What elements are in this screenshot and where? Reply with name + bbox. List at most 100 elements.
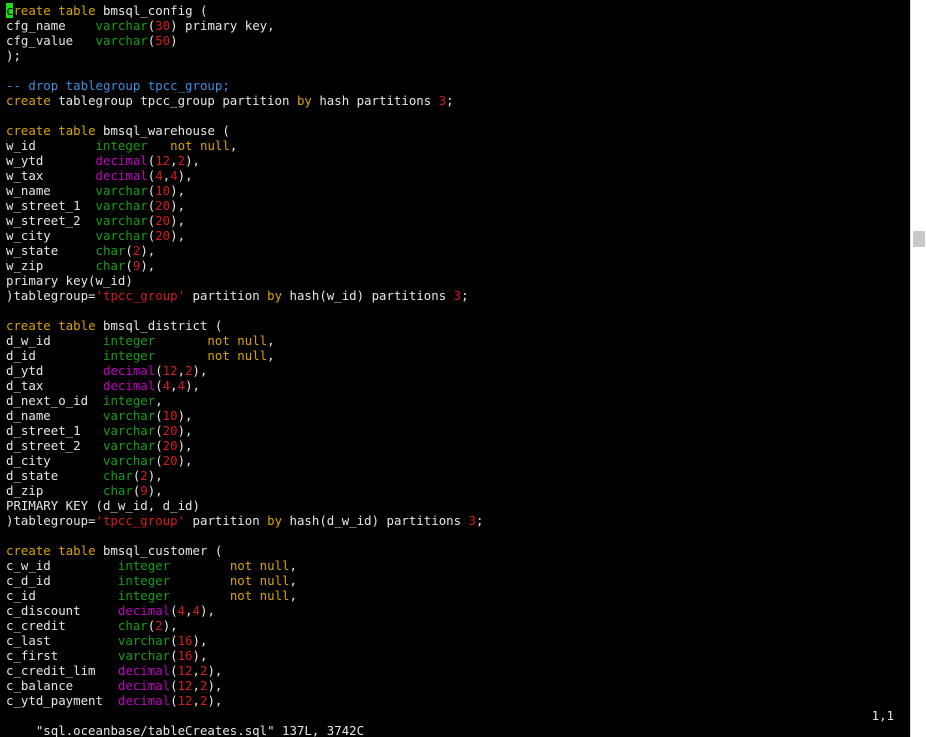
code-token: not: [229, 588, 253, 603]
scrollbar-thumb[interactable]: [913, 231, 925, 247]
code-token: w_name: [6, 183, 96, 198]
code-token: create: [6, 318, 51, 333]
code-token: decimal: [102, 378, 156, 393]
code-line: c_last varchar(16),: [0, 633, 910, 648]
code-token: (: [155, 423, 163, 438]
code-token: (: [170, 693, 178, 708]
code-line: c_credit char(2),: [0, 618, 910, 633]
code-token: integer: [102, 348, 156, 363]
code-line: -- drop tablegroup tpcc_group;: [0, 78, 910, 93]
code-token: bmsql_customer (: [95, 543, 223, 558]
code-token: varchar: [117, 633, 171, 648]
code-line: d_ytd decimal(12,2),: [0, 363, 910, 378]
code-token: char: [102, 468, 133, 483]
code-token: ),: [177, 408, 193, 423]
code-token: 10: [155, 183, 171, 198]
code-token: c_last: [6, 633, 118, 648]
code-token: d_zip: [6, 483, 103, 498]
code-token: integer: [102, 393, 156, 408]
code-token: char: [95, 243, 126, 258]
code-token: -- drop tablegroup tpcc_group;: [6, 78, 230, 93]
code-token: d_id: [6, 348, 103, 363]
code-token: w_city: [6, 228, 96, 243]
code-token: null: [237, 348, 268, 363]
code-token: decimal: [95, 153, 148, 168]
code-token: varchar: [95, 18, 148, 33]
code-token: ),: [192, 633, 208, 648]
code-line: create table bmsql_warehouse (: [0, 123, 910, 138]
code-token: d_street_2: [6, 438, 103, 453]
code-token: create: [6, 3, 51, 18]
code-line: c_w_id integer not null,: [0, 558, 910, 573]
code-token: 20: [155, 198, 171, 213]
code-token: cfg_name: [6, 18, 96, 33]
code-line: d_street_2 varchar(20),: [0, 438, 910, 453]
code-token: c_d_id: [6, 573, 118, 588]
code-token: decimal: [117, 693, 171, 708]
code-token: decimal: [117, 603, 171, 618]
code-token: 10: [162, 408, 178, 423]
code-token: bmsql_district (: [95, 318, 223, 333]
code-token: table: [58, 543, 96, 558]
code-token: char: [95, 258, 126, 273]
code-token: decimal: [102, 363, 156, 378]
code-token: (: [170, 663, 178, 678]
code-token: 9: [140, 483, 148, 498]
code-token: decimal: [117, 663, 171, 678]
code-token: null: [259, 558, 290, 573]
code-token: 4: [192, 603, 200, 618]
code-line: d_zip char(9),: [0, 483, 910, 498]
code-token: c_ytd_payment: [6, 693, 118, 708]
code-line: c_d_id integer not null,: [0, 573, 910, 588]
code-token: not: [229, 573, 253, 588]
code-token: char: [102, 483, 133, 498]
code-token: 2: [177, 153, 186, 168]
code-line: cfg_value varchar(50): [0, 33, 910, 48]
code-token: by: [267, 288, 283, 303]
code-token: 20: [155, 228, 171, 243]
code-token: varchar: [102, 423, 156, 438]
code-token: varchar: [95, 33, 148, 48]
code-token: ,: [229, 138, 238, 153]
code-line: w_state char(2),: [0, 243, 910, 258]
code-line: d_city varchar(20),: [0, 453, 910, 468]
code-token: 4: [177, 603, 186, 618]
code-token: d_city: [6, 453, 103, 468]
code-token: ,: [192, 678, 200, 693]
vim-editor-buffer[interactable]: create table bmsql_config (cfg_name varc…: [0, 3, 910, 708]
code-token: d_state: [6, 468, 103, 483]
code-token: ),: [177, 453, 193, 468]
code-line: w_city varchar(20),: [0, 228, 910, 243]
code-token: 'tpcc_group': [95, 513, 186, 528]
code-token: cfg_value: [6, 33, 96, 48]
code-token: varchar: [102, 438, 156, 453]
code-token: hash(d_w_id) partitions: [282, 513, 469, 528]
code-token: table: [58, 3, 96, 18]
code-line: create tablegroup tpcc_group partition b…: [0, 93, 910, 108]
code-token: (: [170, 678, 178, 693]
code-token: c_first: [6, 648, 118, 663]
code-token: (: [170, 633, 178, 648]
code-line: d_name varchar(10),: [0, 408, 910, 423]
code-line: create table bmsql_customer (: [0, 543, 910, 558]
code-token: ),: [170, 213, 186, 228]
code-line: w_id integer not null,: [0, 138, 910, 153]
code-token: ),: [207, 663, 223, 678]
code-token: ),: [177, 423, 193, 438]
terminal-window[interactable]: create table bmsql_config (cfg_name varc…: [0, 0, 910, 737]
code-token: (: [155, 378, 163, 393]
code-token: ),: [185, 378, 200, 393]
code-token: ;: [476, 513, 484, 528]
code-token: varchar: [102, 453, 156, 468]
code-token: ),: [170, 183, 186, 198]
code-token: not: [207, 333, 230, 348]
code-line: d_w_id integer not null,: [0, 333, 910, 348]
vertical-scrollbar[interactable]: [910, 0, 926, 737]
code-token: ): [170, 33, 178, 48]
code-token: ),: [147, 468, 163, 483]
code-token: table: [58, 123, 96, 138]
code-token: not: [229, 558, 253, 573]
